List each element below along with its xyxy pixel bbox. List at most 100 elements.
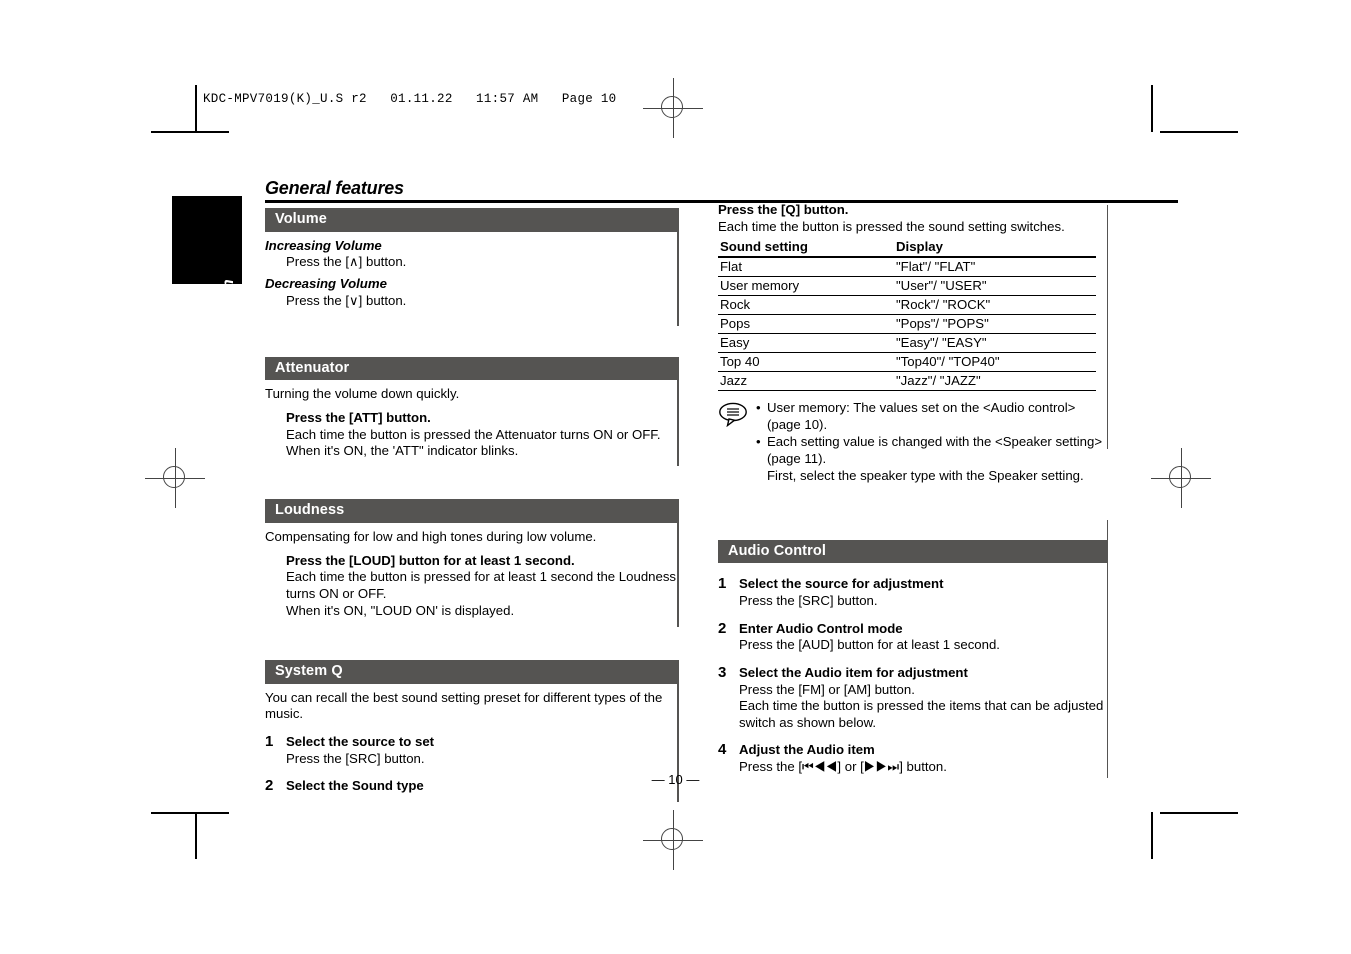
section-loudness-rule — [677, 523, 679, 628]
audio-control-step-2-line: Press the [AUD] button for at least 1 se… — [739, 637, 1000, 653]
volume-increasing-instruction: Press the [∧] button. — [286, 254, 407, 270]
note-block: • User memory: The values set on the <Au… — [718, 400, 1108, 484]
crop-mark-bottom-right-h — [1160, 812, 1238, 814]
system-q-continued: Press the [Q] button. Each time the butt… — [718, 202, 1108, 235]
loudness-description: Compensating for low and high tones duri… — [265, 529, 597, 545]
table-row: Pops "Pops"/ "POPS" — [718, 314, 1096, 335]
table-cell-display: "Top40"/ "TOP40" — [892, 352, 1096, 373]
section-volume-body: Increasing Volume Press the [∧] button. … — [265, 231, 679, 332]
table-header-row: Sound setting Display — [718, 238, 1096, 259]
audio-control-step-2-number: 2 — [718, 619, 727, 637]
audio-control-step-3-line-1: Press the [FM] or [AM] button. — [739, 681, 915, 697]
loudness-detail-1: Each time the button is pressed for at l… — [286, 569, 677, 601]
table-row: Flat "Flat"/ "FLAT" — [718, 257, 1096, 278]
table-cell-setting: Top 40 — [718, 352, 892, 373]
registration-mark-top — [643, 78, 703, 138]
audio-control-step-1-line: Press the [SRC] button. — [739, 593, 878, 608]
bullet-icon: • — [756, 434, 761, 450]
audio-control-step-1-number: 1 — [718, 575, 727, 593]
audio-control-step-1-title: Select the source for adjustment — [739, 576, 944, 592]
registration-mark-left — [145, 448, 205, 508]
audio-control-step-3: 3 Select the Audio item for adjustment P… — [718, 663, 1108, 732]
table-cell-display: "User"/ "USER" — [892, 276, 1096, 297]
page-title: General features — [265, 178, 404, 198]
table-header-sound-setting: Sound setting — [718, 238, 892, 259]
table-cell-setting: User memory — [718, 276, 892, 297]
attenuator-action: Press the [ATT] button. — [286, 409, 431, 425]
section-audio-control-header: Audio Control — [718, 539, 1108, 564]
section-volume-header: Volume — [265, 208, 679, 232]
section-loudness-header: Loudness — [265, 499, 679, 524]
crop-mark-top-right-v — [1151, 85, 1153, 132]
loudness-detail-2: When it's ON, "LOUD ON' is displayed. — [286, 602, 515, 618]
section-loudness-body: Compensating for low and high tones duri… — [265, 523, 679, 633]
right-column: Press the [Q] button. Each time the butt… — [718, 202, 1108, 781]
section-attenuator-body: Turning the volume down quickly. Press t… — [265, 380, 679, 472]
section-volume: Volume Increasing Volume Press the [∧] b… — [265, 208, 679, 332]
left-column: Volume Increasing Volume Press the [∧] b… — [265, 208, 679, 808]
note-bullet-1: • User memory: The values set on the <Au… — [756, 400, 1108, 434]
section-attenuator: Attenuator Turning the volume down quick… — [265, 356, 679, 473]
audio-control-step-3-number: 3 — [718, 663, 727, 681]
table-row: Jazz "Jazz"/ "JAZZ" — [718, 371, 1096, 392]
system-q-press-q: Press the [Q] button. — [718, 202, 849, 217]
system-q-step-1: 1 Select the source to set Press the [SR… — [265, 732, 679, 767]
system-q-step-1-number: 1 — [265, 732, 274, 750]
language-tab-label: English — [220, 279, 237, 339]
volume-decreasing-instruction: Press the [∨] button. — [286, 292, 407, 308]
crop-mark-top-left-h — [151, 131, 229, 133]
table-cell-setting: Flat — [718, 257, 892, 278]
table-cell-display: "Rock"/ "ROCK" — [892, 295, 1096, 316]
section-system-q-header: System Q — [265, 660, 679, 684]
table-header-display: Display — [892, 238, 1096, 259]
note-sub-line: First, select the speaker type with the … — [767, 467, 1084, 483]
bullet-icon: • — [756, 400, 761, 416]
table-cell-setting: Rock — [718, 295, 892, 316]
table-row: User memory "User"/ "USER" — [718, 276, 1096, 297]
table-cell-setting: Pops — [718, 314, 892, 335]
table-row: Top 40 "Top40"/ "TOP40" — [718, 352, 1096, 373]
note-bullet-2: • Each setting value is changed with the… — [756, 434, 1108, 468]
audio-control-step-3-line-2: Each time the button is pressed the item… — [739, 698, 1104, 730]
table-cell-display: "Pops"/ "POPS" — [892, 314, 1096, 335]
audio-control-step-4-number: 4 — [718, 741, 727, 759]
note-bullet-1-text: User memory: The values set on the <Audi… — [767, 400, 1076, 433]
page-number: — 10 — — [651, 772, 700, 787]
attenuator-detail: Each time the button is pressed the Atte… — [286, 426, 661, 459]
attenuator-description: Turning the volume down quickly. — [265, 386, 460, 402]
volume-decreasing-heading: Decreasing Volume — [265, 275, 387, 291]
registration-mark-bottom — [643, 810, 703, 870]
table-cell-setting: Jazz — [718, 371, 892, 392]
section-attenuator-rule — [677, 380, 679, 467]
language-tab-english: English — [172, 196, 242, 339]
section-loudness: Loudness Compensating for low and high t… — [265, 499, 679, 633]
section-audio-control: Audio Control 1 Select the source for ad… — [718, 539, 1108, 782]
crop-mark-bottom-right-v — [1151, 812, 1153, 859]
audio-control-step-2: 2 Enter Audio Control mode Press the [AU… — [718, 619, 1108, 654]
audio-control-step-1: 1 Select the source for adjustment Press… — [718, 575, 1108, 609]
system-q-description: You can recall the best sound setting pr… — [265, 689, 663, 722]
note-bullet-2-text: Each setting value is changed with the <… — [767, 434, 1103, 466]
table-row: Easy "Easy"/ "EASY" — [718, 333, 1096, 354]
system-q-press-q-detail: Each time the button is pressed the soun… — [718, 218, 1065, 234]
note-speech-bubble-icon — [718, 401, 750, 428]
audio-control-step-2-title: Enter Audio Control mode — [739, 620, 903, 636]
loudness-action: Press the [LOUD] button for at least 1 s… — [286, 552, 575, 568]
system-q-step-1-title: Select the source to set — [286, 733, 435, 749]
crop-mark-bottom-left-v — [195, 812, 197, 859]
crop-mark-bottom-left-h — [151, 812, 229, 814]
volume-increasing-heading: Increasing Volume — [265, 237, 382, 253]
section-system-q-body: You can recall the best sound setting pr… — [265, 683, 679, 808]
audio-control-step-4-title: Adjust the Audio item — [739, 742, 875, 758]
section-volume-rule — [677, 231, 679, 326]
section-audio-control-body: 1 Select the source for adjustment Press… — [718, 563, 1108, 781]
crop-mark-top-right-h — [1160, 131, 1238, 133]
audio-control-step-3-title: Select the Audio item for adjustment — [739, 664, 968, 680]
table-cell-setting: Easy — [718, 333, 892, 354]
table-cell-display: "Easy"/ "EASY" — [892, 333, 1096, 354]
section-attenuator-header: Attenuator — [265, 356, 679, 381]
crop-mark-top-left-v — [195, 85, 197, 132]
audio-control-step-4: 4 Adjust the Audio item Press the [⏮◀◀] … — [718, 741, 1108, 775]
system-q-step-1-line: Press the [SRC] button. — [286, 750, 425, 766]
table-row: Rock "Rock"/ "ROCK" — [718, 295, 1096, 316]
